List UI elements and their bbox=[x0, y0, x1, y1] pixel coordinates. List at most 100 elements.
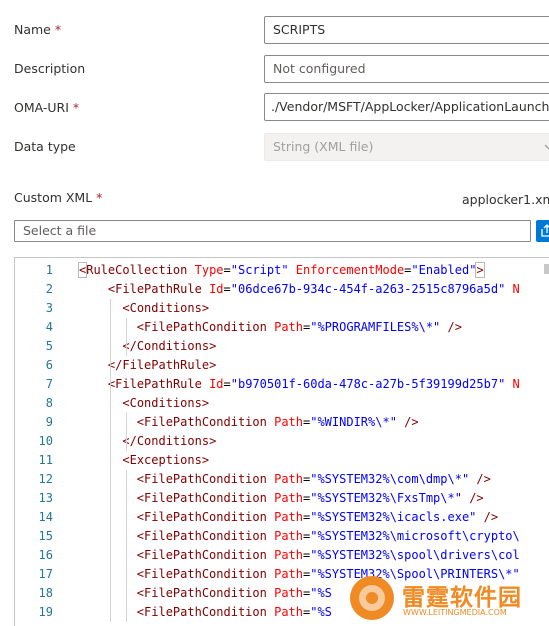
name-label: Name * bbox=[14, 22, 62, 37]
code-token-br: < bbox=[122, 301, 130, 315]
code-token-ws bbox=[79, 472, 137, 486]
line-number: 5 bbox=[45, 339, 53, 353]
code-token-val: "%SYSTEM32%\microsoft\crypto\ bbox=[310, 529, 520, 543]
code-text: <FilePathCondition Path="%S bbox=[79, 584, 332, 603]
code-token-br: > bbox=[201, 301, 210, 315]
code-token-br: > bbox=[201, 396, 210, 410]
code-token-attr: Path bbox=[274, 320, 303, 334]
code-token-tag: FilePathRule bbox=[115, 377, 202, 391]
code-token-br: > bbox=[201, 453, 210, 467]
code-token-tag: FilePathCondition bbox=[144, 567, 267, 581]
code-token-tag: FilePathCondition bbox=[144, 320, 267, 334]
code-line: 3 <Conditions> bbox=[15, 299, 549, 318]
name-input[interactable]: SCRIPTS bbox=[264, 16, 549, 44]
description-input[interactable]: Not configured bbox=[264, 55, 549, 83]
code-line: 11 <Exceptions> bbox=[15, 451, 549, 470]
code-token-tag: Conditions bbox=[129, 396, 202, 410]
oma-uri-label: OMA-URI * bbox=[14, 100, 80, 115]
code-token-tag: Conditions bbox=[136, 434, 210, 448]
watermark-logo-icon bbox=[350, 576, 394, 620]
code-token-br: > bbox=[475, 262, 485, 278]
code-token-br: < bbox=[136, 586, 145, 600]
code-text: <FilePathRule Id="06dce67b-934c-454f-a26… bbox=[79, 280, 520, 299]
code-text: </Conditions> bbox=[79, 337, 216, 356]
code-token-tag: FilePathCondition bbox=[144, 529, 267, 543]
code-token-attr: Path bbox=[274, 510, 303, 524]
code-line: 5 </Conditions> bbox=[15, 337, 549, 356]
code-text: <FilePathCondition Path="%S bbox=[79, 603, 332, 622]
code-text: <Exceptions> bbox=[79, 451, 209, 470]
code-token-attr: EnforcementMode bbox=[295, 263, 405, 277]
code-token-attr: Path bbox=[274, 548, 303, 562]
line-number: 17 bbox=[38, 567, 53, 581]
code-token-tag: FilePathCondition bbox=[144, 586, 267, 600]
code-token-val: "%SYSTEM32%\icacls.exe" bbox=[310, 510, 477, 524]
line-number: 15 bbox=[38, 529, 53, 543]
data-type-dropdown[interactable]: String (XML file) bbox=[264, 133, 549, 161]
code-line: 4 <FilePathCondition Path="%PROGRAMFILES… bbox=[15, 318, 549, 337]
code-token-attr: N bbox=[512, 377, 520, 391]
code-token-br: < bbox=[136, 510, 145, 524]
custom-xml-label: Custom XML * bbox=[14, 190, 103, 205]
code-text: <FilePathCondition Path="%SYSTEM32%\spoo… bbox=[79, 546, 520, 565]
file-select-input[interactable]: Select a file bbox=[14, 220, 531, 242]
code-token-tag: Exceptions bbox=[129, 453, 202, 467]
code-token-ws bbox=[79, 282, 108, 296]
code-text: <FilePathRule Id="b970501f-60da-478c-a27… bbox=[79, 375, 520, 394]
code-token-ws bbox=[79, 301, 122, 315]
code-token-ws bbox=[267, 586, 274, 600]
code-token-attr: Path bbox=[274, 567, 303, 581]
code-token-val: "%SYSTEM32%\com\dmp\*" bbox=[310, 472, 470, 486]
code-token-eq: = bbox=[223, 263, 231, 277]
xml-code-editor[interactable]: 1 <RuleCollection Type="Script" Enforceme… bbox=[14, 257, 549, 626]
code-line: 15 <FilePathCondition Path="%SYSTEM32%\m… bbox=[15, 527, 549, 546]
line-number: 14 bbox=[38, 510, 53, 524]
code-text: </Conditions> bbox=[79, 432, 216, 451]
code-text: <FilePathCondition Path="%SYSTEM32%\micr… bbox=[79, 527, 520, 546]
upload-button[interactable] bbox=[536, 220, 549, 242]
file-select-placeholder: Select a file bbox=[23, 223, 97, 238]
code-line: 1 <RuleCollection Type="Script" Enforceme… bbox=[15, 261, 549, 280]
code-token-tag: FilePathCondition bbox=[144, 472, 267, 486]
code-token-br: </ bbox=[122, 339, 137, 353]
code-token-br: > bbox=[209, 434, 217, 448]
code-token-br: < bbox=[136, 567, 145, 581]
code-token-tag: FilePathRule bbox=[122, 358, 210, 372]
line-number: 3 bbox=[45, 301, 53, 315]
code-token-ws bbox=[79, 358, 108, 372]
name-input-value: SCRIPTS bbox=[273, 22, 326, 37]
upload-icon bbox=[541, 224, 549, 237]
oma-uri-input[interactable]: ./Vendor/MSFT/AppLocker/ApplicationLaunc… bbox=[264, 93, 549, 121]
code-token-val: "Script" bbox=[230, 263, 289, 277]
code-token-br: > bbox=[209, 339, 217, 353]
code-text: <Conditions> bbox=[79, 394, 209, 413]
code-token-tag: Conditions bbox=[136, 339, 210, 353]
code-token-ws bbox=[79, 510, 137, 524]
code-token-br: < bbox=[136, 320, 145, 334]
code-token-ws bbox=[187, 263, 194, 277]
data-type-value: String (XML file) bbox=[273, 139, 374, 154]
code-token-attr: Path bbox=[274, 586, 303, 600]
code-line: 7 <FilePathRule Id="b970501f-60da-478c-a… bbox=[15, 375, 549, 394]
line-number: 11 bbox=[38, 453, 53, 467]
line-number: 1 bbox=[45, 263, 53, 277]
code-token-br: < bbox=[136, 529, 145, 543]
code-text: <FilePathCondition Path="%SYSTEM32%\com\… bbox=[79, 470, 491, 489]
code-text: <RuleCollection Type="Script" Enforcemen… bbox=[77, 261, 485, 280]
code-token-ws bbox=[79, 377, 108, 391]
code-token-ws bbox=[267, 491, 274, 505]
code-token-ws bbox=[79, 320, 137, 334]
code-token-ws bbox=[505, 282, 512, 296]
xml-filename: applocker1.xml bbox=[462, 192, 549, 207]
code-token-tag: Conditions bbox=[129, 301, 202, 315]
code-token-br: < bbox=[136, 605, 145, 619]
code-token-val: "06dce67b-934c-454f-a263-2515c8796a5d" bbox=[230, 282, 506, 296]
code-token-attr: N bbox=[512, 282, 520, 296]
code-line: 14 <FilePathCondition Path="%SYSTEM32%\i… bbox=[15, 508, 549, 527]
chevron-down-icon bbox=[543, 134, 549, 160]
code-line: 10 </Conditions> bbox=[15, 432, 549, 451]
line-number: 7 bbox=[45, 377, 53, 391]
code-text: <FilePathCondition Path="%WINDIR%\*" /> bbox=[79, 413, 419, 432]
code-token-tag: FilePathCondition bbox=[144, 491, 267, 505]
line-number: 2 bbox=[45, 282, 53, 296]
